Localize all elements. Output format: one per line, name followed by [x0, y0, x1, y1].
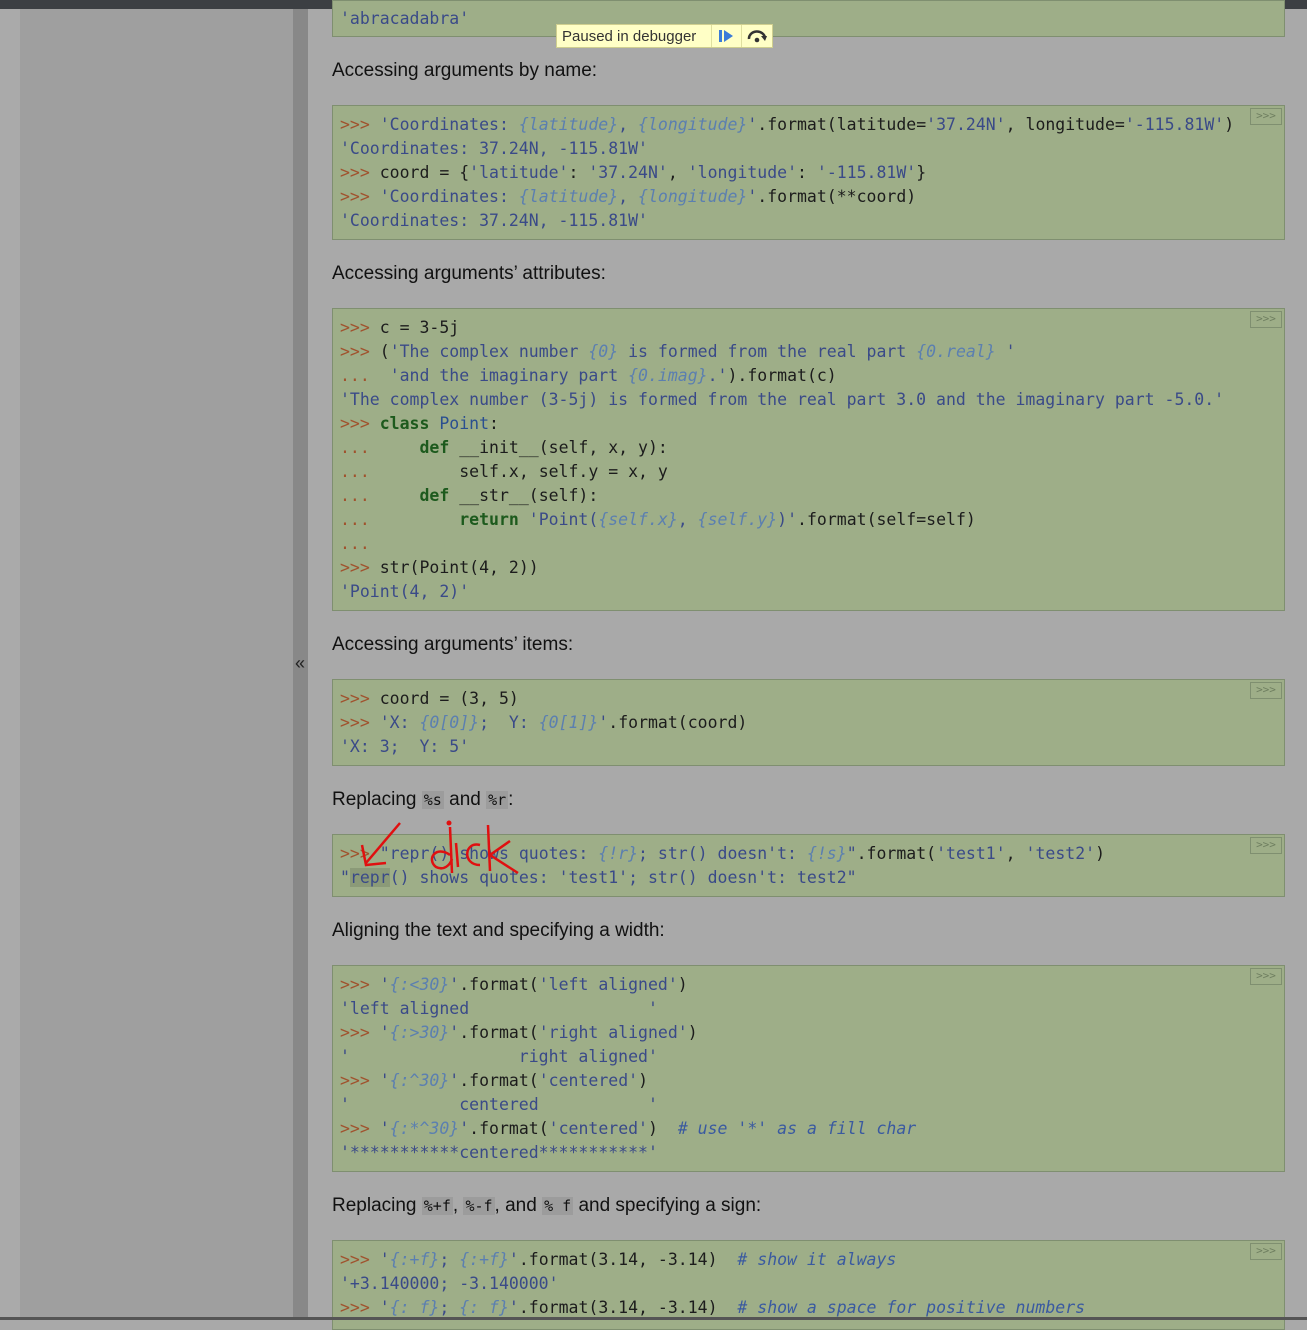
docs-sidebar: [20, 9, 293, 1320]
section-heading-attributes: Accessing arguments’ attributes:: [332, 263, 606, 284]
section-heading-aligning: Aligning the text and specifying a width…: [332, 920, 665, 941]
section-heading-by-name: Accessing arguments by name:: [332, 60, 598, 81]
copy-code-button[interactable]: >>>: [1250, 311, 1282, 328]
heading-text: :: [508, 789, 514, 810]
collapse-sidebar-button[interactable]: «: [291, 652, 309, 674]
code-line: 'abracadabra': [340, 9, 470, 28]
code-block-top-partial: 'abracadabra': [332, 0, 1285, 37]
code-block-attributes: >>> >>> c = 3-5j >>> ('The complex numbe…: [332, 308, 1285, 611]
code-block-repr: >>> >>> "repr() shows quotes: {!r}; str(…: [332, 834, 1285, 897]
debugger-paused-banner: Paused in debugger: [556, 24, 773, 48]
copy-code-button[interactable]: >>>: [1250, 682, 1282, 699]
copy-code-button[interactable]: >>>: [1250, 108, 1282, 125]
step-over-icon[interactable]: [741, 25, 772, 47]
heading-text: ,: [452, 1195, 464, 1216]
heading-text: Replacing: [332, 1195, 422, 1216]
copy-code-button[interactable]: >>>: [1250, 968, 1282, 985]
code-block-aligning: >>> >>> '{:<30}'.format('left aligned') …: [332, 965, 1285, 1172]
inline-code: %+f: [421, 1197, 453, 1215]
inline-code: %r: [486, 791, 509, 809]
inline-code: %s: [421, 791, 444, 809]
copy-code-button[interactable]: >>>: [1250, 1243, 1282, 1260]
heading-text: Replacing: [332, 789, 422, 810]
inline-code: %-f: [463, 1197, 495, 1215]
copy-code-button[interactable]: >>>: [1250, 837, 1282, 854]
inline-code: % f: [542, 1197, 574, 1215]
heading-text: and: [443, 789, 487, 810]
resume-icon[interactable]: [710, 25, 742, 47]
debugger-message: Paused in debugger: [562, 27, 697, 45]
section-heading-items: Accessing arguments’ items:: [332, 634, 574, 655]
left-gutter: [0, 9, 20, 1320]
section-heading-sign: Replacing %+f, %-f, and % f and specifyi…: [332, 1195, 761, 1217]
heading-text: and specifying a sign:: [573, 1195, 762, 1216]
section-heading-replacing: Replacing %s and %r:: [332, 789, 513, 811]
code-block-by-name: >>> >>> 'Coordinates: {latitude}, {longi…: [332, 105, 1285, 240]
code-block-items: >>> >>> coord = (3, 5) >>> 'X: {0[0]}; Y…: [332, 679, 1285, 766]
heading-text: , and: [494, 1195, 543, 1216]
